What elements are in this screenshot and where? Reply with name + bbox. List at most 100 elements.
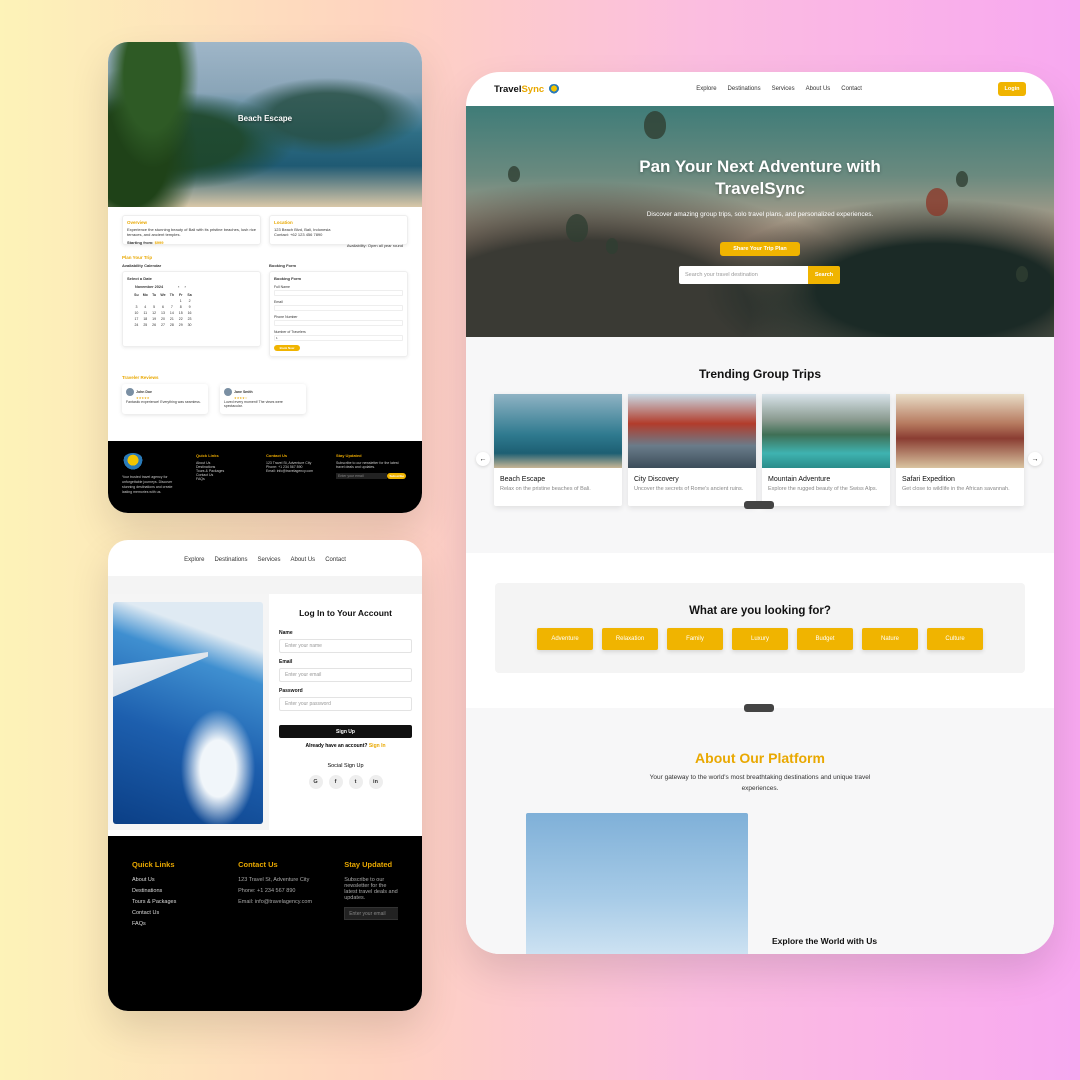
footer-link[interactable]: About Us [132, 877, 210, 883]
chip-adventure[interactable]: Adventure [537, 628, 593, 650]
calendar-day[interactable]: 7 [168, 305, 175, 309]
facebook-icon[interactable]: f [328, 775, 343, 789]
nav-destinations[interactable]: Destinations [728, 86, 761, 92]
footer-link[interactable]: FAQs [132, 921, 210, 927]
hero-title: Beach Escape [237, 114, 293, 123]
calendar-day[interactable]: 2 [186, 299, 193, 303]
prev-month-icon[interactable]: ‹ [178, 285, 179, 289]
calendar-day[interactable]: 10 [133, 311, 140, 315]
calendar-day[interactable]: 27 [160, 323, 167, 327]
phone-input[interactable] [274, 320, 403, 326]
subscribe-button[interactable]: Subscribe [387, 473, 406, 479]
chip-luxury[interactable]: Luxury [732, 628, 788, 650]
sign-up-button[interactable]: Sign Up [279, 725, 412, 738]
calendar-day[interactable]: 19 [151, 317, 158, 321]
carousel-next-icon[interactable]: → [1028, 452, 1042, 466]
password-input[interactable]: Enter your password [279, 697, 412, 711]
newsletter-email-input[interactable]: Enter your email [344, 907, 398, 920]
nav-about[interactable]: About Us [291, 557, 316, 563]
calendar-day[interactable]: 8 [177, 305, 184, 309]
calendar-day[interactable]: 13 [160, 311, 167, 315]
login-title: Log In to Your Account [299, 608, 392, 618]
palm-logo-icon [548, 84, 561, 94]
calendar-day[interactable]: 29 [177, 323, 184, 327]
chip-family[interactable]: Family [667, 628, 723, 650]
calendar-day[interactable]: 3 [133, 305, 140, 309]
weekday-label: Fr [178, 293, 183, 297]
calendar-day[interactable]: 1 [177, 299, 184, 303]
availability-calendar[interactable]: Select a Date November 2024 ‹ › Su Mo Tu We… [122, 271, 261, 347]
footer-link[interactable]: Contact Us [132, 910, 210, 916]
weekday-label: Tu [152, 293, 157, 297]
search-input[interactable]: Search your travel destination [679, 266, 808, 284]
nav-about[interactable]: About Us [806, 86, 831, 92]
trip-card[interactable]: Mountain Adventure Explore the rugged be… [762, 394, 890, 506]
google-icon[interactable]: G [308, 775, 323, 789]
footer-link[interactable]: Tours & Packages [132, 899, 210, 905]
select-date-label: Select a Date [127, 276, 152, 281]
footer-link[interactable]: FAQs [196, 477, 248, 481]
carousel-prev-icon[interactable]: ← [476, 452, 490, 466]
nav-destinations[interactable]: Destinations [214, 557, 247, 563]
hero-title: Pan Your Next Adventure with TravelSync [639, 157, 881, 198]
trip-card[interactable]: Safari Expedition Get close to wildlife … [896, 394, 1024, 506]
trending-section: Trending Group Trips ← Beach Escape Rela… [466, 337, 1054, 553]
chip-culture[interactable]: Culture [927, 628, 983, 650]
nav-explore[interactable]: Explore [696, 86, 716, 92]
calendar-day[interactable]: 30 [186, 323, 193, 327]
field-label-phone: Phone Number [274, 315, 298, 319]
calendar-day[interactable]: 21 [168, 317, 175, 321]
linkedin-icon[interactable]: in [368, 775, 383, 789]
calendar-day[interactable]: 12 [151, 311, 158, 315]
chip-nature[interactable]: Nature [862, 628, 918, 650]
calendar-day[interactable]: 20 [160, 317, 167, 321]
calendar-day[interactable]: 25 [142, 323, 149, 327]
calendar-day[interactable]: 14 [168, 311, 175, 315]
nav-explore[interactable]: Explore [184, 557, 204, 563]
brand-logo[interactable]: TravelSync [494, 84, 561, 95]
share-trip-plan-button[interactable]: Share Your Trip Plan [720, 242, 800, 256]
login-button[interactable]: Login [998, 82, 1026, 96]
name-input[interactable]: Enter your name [279, 639, 412, 653]
email-input[interactable] [274, 305, 403, 311]
email-input[interactable]: Enter your email [279, 668, 412, 682]
reviewer-name: John Doe [136, 389, 152, 394]
nav-contact[interactable]: Contact [841, 86, 862, 92]
calendar-day[interactable]: 5 [151, 305, 158, 309]
trip-card[interactable]: Beach Escape Relax on the pristine beach… [494, 394, 622, 506]
calendar-day[interactable]: 9 [186, 305, 193, 309]
calendar-day[interactable]: 28 [168, 323, 175, 327]
overview-text: Experience the stunning beauty of Bali w… [127, 227, 256, 237]
book-now-button[interactable]: Book Now [274, 345, 300, 351]
trip-image [762, 394, 890, 468]
newsletter-email-input[interactable]: Enter your email [336, 473, 388, 479]
calendar-day[interactable]: 16 [186, 311, 193, 315]
trip-card[interactable]: City Discovery Uncover the secrets of Ro… [628, 394, 756, 506]
full-name-input[interactable] [274, 290, 403, 296]
sign-in-link[interactable]: Sign In [369, 743, 386, 749]
calendar-day[interactable]: 23 [186, 317, 193, 321]
nav-contact[interactable]: Contact [325, 557, 346, 563]
calendar-day[interactable]: 18 [142, 317, 149, 321]
search-button[interactable]: Search [808, 266, 840, 284]
calendar-day[interactable]: 17 [133, 317, 140, 321]
calendar-grid[interactable]: Su Mo Tu We Th Fr Sa 1 2 3 4 5 6 7 8 9 10 11 12 13 14 15 16 17 1… [133, 293, 193, 327]
calendar-day[interactable]: 26 [151, 323, 158, 327]
next-month-icon[interactable]: › [184, 285, 185, 289]
footer: Quick Links About Us Destinations Tours … [108, 836, 422, 1011]
travelers-input[interactable]: 1 [274, 335, 403, 341]
calendar-day[interactable]: 15 [177, 311, 184, 315]
nav-services[interactable]: Services [257, 557, 280, 563]
chip-relaxation[interactable]: Relaxation [602, 628, 658, 650]
twitter-icon[interactable]: t [348, 775, 363, 789]
calendar-day[interactable]: 22 [177, 317, 184, 321]
calendar-day[interactable]: 11 [142, 311, 149, 315]
booking-form: Booking Form Full Name Email Phone Numbe… [269, 271, 408, 357]
calendar-day[interactable]: 6 [160, 305, 167, 309]
nav-services[interactable]: Services [772, 86, 795, 92]
availability-note: Availability: Open all year round [346, 243, 403, 248]
chip-budget[interactable]: Budget [797, 628, 853, 650]
calendar-day[interactable]: 24 [133, 323, 140, 327]
footer-link[interactable]: Destinations [132, 888, 210, 894]
calendar-day[interactable]: 4 [142, 305, 149, 309]
